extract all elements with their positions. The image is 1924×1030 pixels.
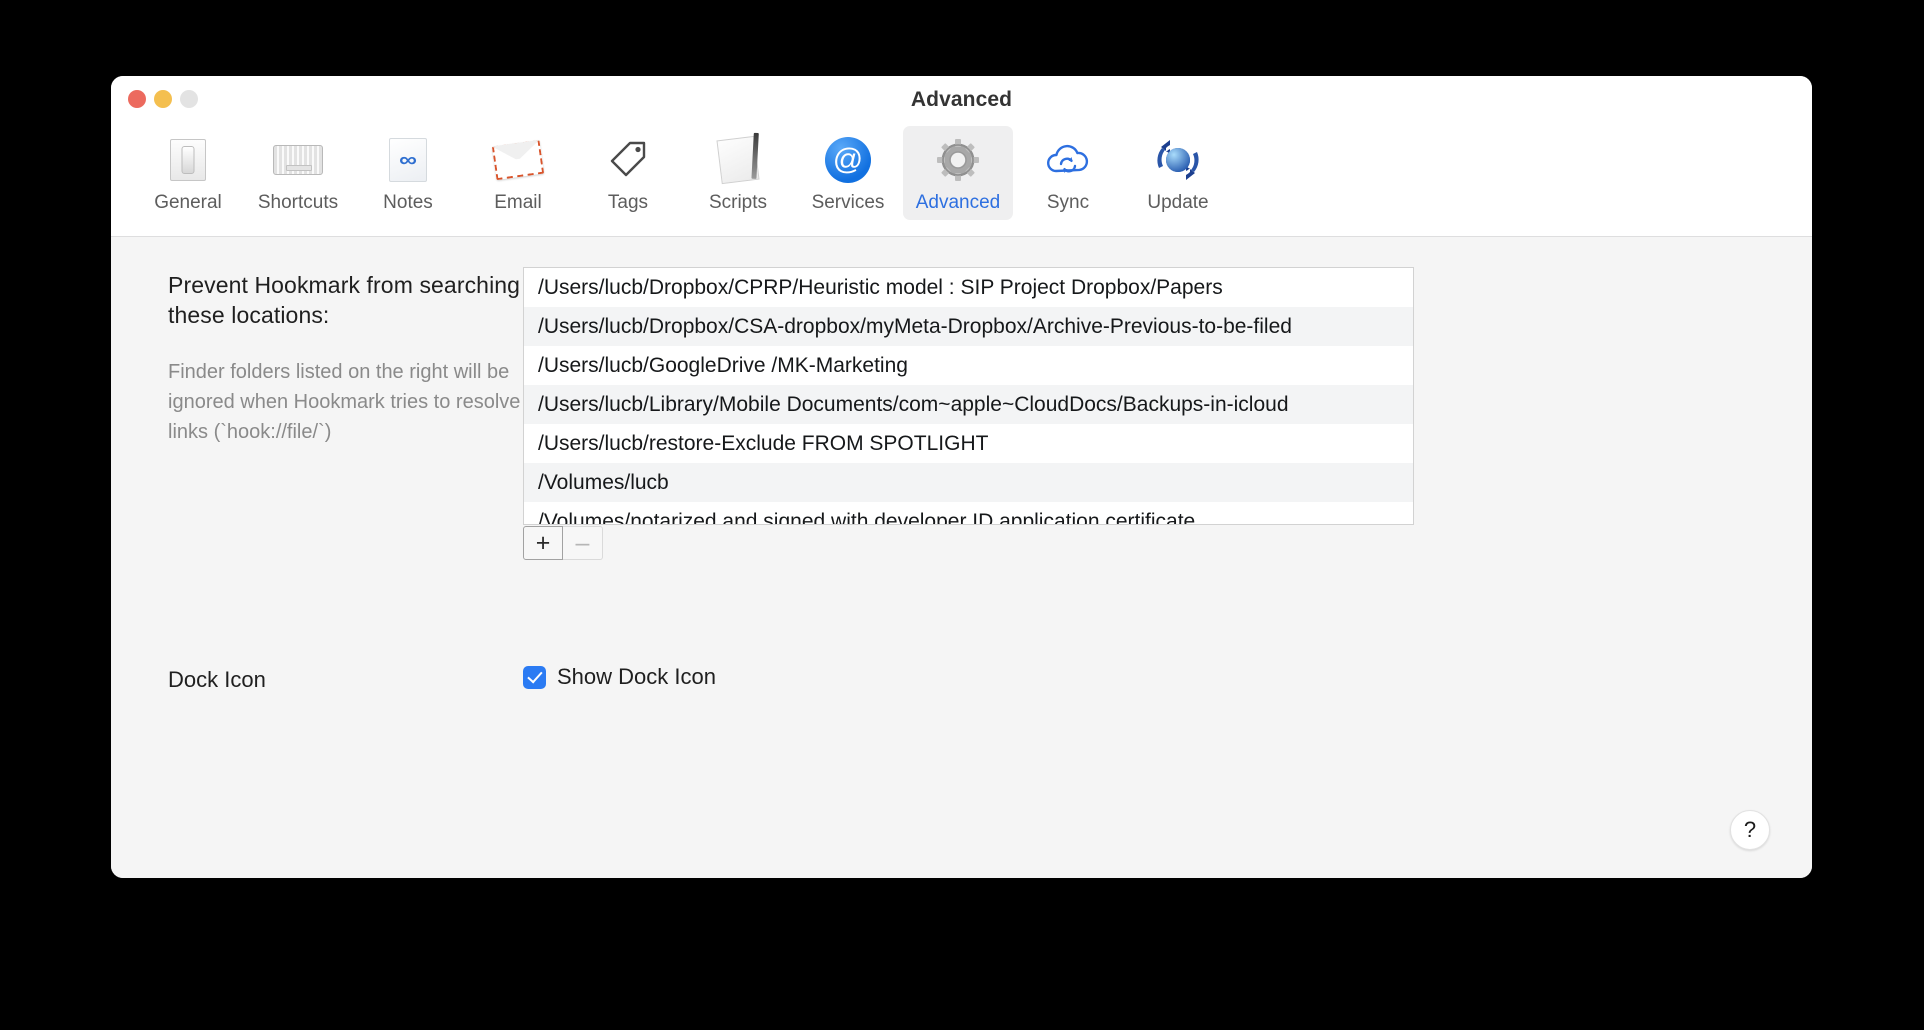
advanced-pane: Prevent Hookmark from searching these lo…	[111, 237, 1812, 878]
list-item[interactable]: /Volumes/notarized and signed with devel…	[524, 502, 1413, 524]
tab-notes[interactable]: ∞ Notes	[353, 126, 463, 220]
tab-advanced[interactable]: Advanced	[903, 126, 1013, 220]
window-title: Advanced	[910, 88, 1013, 111]
prevent-search-description: Finder folders listed on the right will …	[168, 361, 552, 443]
desktop-background: Advanced General Shortcuts ∞ Notes Email…	[0, 0, 1924, 1030]
tab-shortcuts[interactable]: Shortcuts	[243, 126, 353, 220]
tab-scripts-label: Scripts	[708, 192, 768, 213]
list-item[interactable]: /Volumes/lucb	[524, 463, 1413, 502]
list-item[interactable]: /Users/lucb/restore-Exclude FROM SPOTLIG…	[524, 424, 1413, 463]
infinity-document-icon: ∞	[353, 134, 463, 186]
toggle-switch-icon	[133, 134, 243, 186]
preferences-window: Advanced General Shortcuts ∞ Notes Email…	[111, 76, 1812, 878]
window-titlebar: Advanced General Shortcuts ∞ Notes Email…	[111, 76, 1812, 237]
preferences-toolbar: General Shortcuts ∞ Notes Email Tags Scr…	[111, 126, 1812, 220]
excluded-locations-section: /Users/lucb/Dropbox/CPRP/Heuristic model…	[523, 267, 1414, 560]
tab-general[interactable]: General	[133, 126, 243, 220]
dock-icon-label: Dock Icon	[168, 667, 266, 692]
tab-scripts[interactable]: Scripts	[683, 126, 793, 220]
envelope-icon	[463, 134, 573, 186]
show-dock-icon-checkbox[interactable]	[523, 665, 546, 689]
gear-icon	[903, 134, 1013, 186]
settings-labels-column: Prevent Hookmark from searching these lo…	[168, 270, 568, 447]
tab-tags[interactable]: Tags	[573, 126, 683, 220]
tab-sync-label: Sync	[1046, 192, 1090, 213]
tab-services[interactable]: @ Services	[793, 126, 903, 220]
tab-sync[interactable]: Sync	[1013, 126, 1123, 220]
tab-shortcuts-label: Shortcuts	[257, 192, 339, 213]
list-item[interactable]: /Users/lucb/Library/Mobile Documents/com…	[524, 385, 1413, 424]
list-edit-buttons: + –	[523, 526, 1414, 560]
tab-general-label: General	[154, 192, 222, 213]
globe-refresh-icon	[1123, 134, 1233, 186]
notepad-pencil-icon	[683, 134, 793, 186]
list-item[interactable]: /Users/lucb/Dropbox/CPRP/Heuristic model…	[524, 268, 1413, 307]
tab-services-label: Services	[811, 192, 885, 213]
tab-update[interactable]: Update	[1123, 126, 1233, 220]
help-button[interactable]: ?	[1730, 810, 1770, 850]
tag-icon	[573, 134, 683, 186]
add-location-button[interactable]: +	[523, 526, 563, 560]
at-sign-circle-icon: @	[793, 134, 903, 186]
show-dock-icon-label: Show Dock Icon	[557, 664, 716, 689]
keyboard-icon	[243, 134, 353, 186]
tab-update-label: Update	[1147, 192, 1209, 213]
tab-tags-label: Tags	[607, 192, 649, 213]
excluded-locations-list[interactable]: /Users/lucb/Dropbox/CPRP/Heuristic model…	[523, 267, 1414, 525]
list-item[interactable]: /Users/lucb/Dropbox/CSA-dropbox/myMeta-D…	[524, 307, 1413, 346]
tab-email[interactable]: Email	[463, 126, 573, 220]
cloud-sync-icon	[1013, 134, 1123, 186]
prevent-search-label: Prevent Hookmark from searching these lo…	[168, 272, 521, 328]
tab-email-label: Email	[494, 192, 542, 213]
remove-location-button[interactable]: –	[563, 526, 603, 560]
tab-advanced-label: Advanced	[915, 192, 1001, 213]
tab-notes-label: Notes	[383, 192, 433, 213]
list-item[interactable]: /Users/lucb/GoogleDrive /MK-Marketing	[524, 346, 1413, 385]
show-dock-icon-control[interactable]: Show Dock Icon	[523, 664, 716, 690]
